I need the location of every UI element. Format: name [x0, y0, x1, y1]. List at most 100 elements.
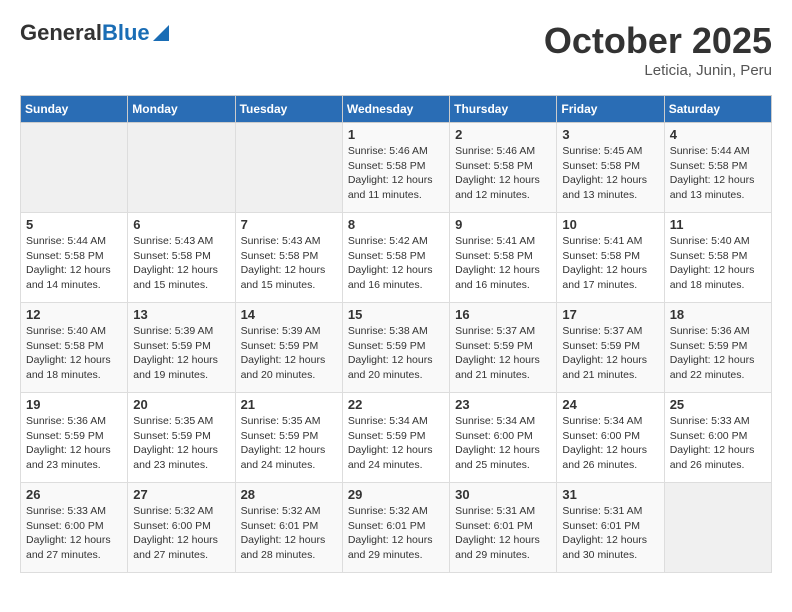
calendar-cell: 24Sunrise: 5:34 AMSunset: 6:00 PMDayligh…: [557, 393, 664, 483]
calendar-cell: 22 Sunrise: 5:34 AMSunset: 5:59 PMDayligh…: [342, 393, 449, 483]
logo-text: GeneralBlue: [20, 20, 169, 46]
day-number: 5: [26, 217, 122, 232]
day-number: 12: [26, 307, 122, 322]
day-number: 2: [455, 127, 551, 142]
page-header: GeneralBlue October 2025 Leticia, Junin,…: [20, 20, 772, 79]
calendar-cell: 5 Sunrise: 5:44 AMSunset: 5:58 PMDaylight…: [21, 213, 128, 303]
day-number: 31: [562, 487, 658, 502]
calendar-cell: 28Sunrise: 5:32 AMSunset: 6:01 PMDayligh…: [235, 483, 342, 573]
calendar-cell: 21 Sunrise: 5:35 AMSunset: 5:59 PMDayligh…: [235, 393, 342, 483]
calendar-header-row: SundayMondayTuesdayWednesdayThursdayFrid…: [21, 96, 772, 123]
day-number: 29: [348, 487, 444, 502]
calendar-cell: 31 Sunrise: 5:31 AMSunset: 6:01 PMDayligh…: [557, 483, 664, 573]
day-info: Sunrise: 5:44 AMSunset: 5:58 PMDaylight:…: [26, 234, 122, 293]
calendar-cell: 6 Sunrise: 5:43 AMSunset: 5:58 PMDaylight…: [128, 213, 235, 303]
day-number: 10: [562, 217, 658, 232]
calendar-cell: 4 Sunrise: 5:44 AMSunset: 5:58 PMDaylight…: [664, 123, 771, 213]
calendar-cell: 23 Sunrise: 5:34 AMSunset: 6:00 PMDayligh…: [450, 393, 557, 483]
day-info: Sunrise: 5:46 AMSunset: 5:58 PMDaylight:…: [455, 144, 551, 203]
calendar-cell: 18 Sunrise: 5:36 AMSunset: 5:59 PMDayligh…: [664, 303, 771, 393]
day-info: Sunrise: 5:43 AMSunset: 5:58 PMDaylight:…: [133, 234, 229, 293]
calendar-cell: 8 Sunrise: 5:42 AMSunset: 5:58 PMDaylight…: [342, 213, 449, 303]
calendar-cell: 7 Sunrise: 5:43 AMSunset: 5:58 PMDaylight…: [235, 213, 342, 303]
calendar-cell: 19Sunrise: 5:36 AMSunset: 5:59 PMDayligh…: [21, 393, 128, 483]
day-number: 22: [348, 397, 444, 412]
calendar-week-row: 26Sunrise: 5:33 AMSunset: 6:00 PMDayligh…: [21, 483, 772, 573]
day-info: Sunrise: 5:40 AMSunset: 5:58 PMDaylight:…: [26, 324, 122, 383]
day-number: 14: [241, 307, 337, 322]
day-number: 15: [348, 307, 444, 322]
day-info: Sunrise: 5:37 AMSunset: 5:59 PMDaylight:…: [455, 324, 551, 383]
calendar-cell: 10Sunrise: 5:41 AMSunset: 5:58 PMDayligh…: [557, 213, 664, 303]
calendar-cell: 9Sunrise: 5:41 AMSunset: 5:58 PMDaylight…: [450, 213, 557, 303]
calendar-day-header: Friday: [557, 96, 664, 123]
day-number: 21: [241, 397, 337, 412]
calendar-day-header: Wednesday: [342, 96, 449, 123]
day-number: 19: [26, 397, 122, 412]
calendar-cell: 25 Sunrise: 5:33 AMSunset: 6:00 PMDayligh…: [664, 393, 771, 483]
day-number: 17: [562, 307, 658, 322]
day-info: Sunrise: 5:43 AMSunset: 5:58 PMDaylight:…: [241, 234, 337, 293]
day-info: Sunrise: 5:33 AMSunset: 6:00 PMDaylight:…: [670, 414, 766, 473]
calendar-body: 1Sunrise: 5:46 AMSunset: 5:58 PMDaylight…: [21, 123, 772, 573]
day-number: 27: [133, 487, 229, 502]
calendar-day-header: Saturday: [664, 96, 771, 123]
calendar-cell: [664, 483, 771, 573]
day-info: Sunrise: 5:45 AMSunset: 5:58 PMDaylight:…: [562, 144, 658, 203]
day-number: 6: [133, 217, 229, 232]
day-number: 28: [241, 487, 337, 502]
day-number: 9: [455, 217, 551, 232]
day-number: 30: [455, 487, 551, 502]
calendar-day-header: Monday: [128, 96, 235, 123]
location: Leticia, Junin, Peru: [544, 62, 772, 79]
day-number: 23: [455, 397, 551, 412]
calendar-cell: 16 Sunrise: 5:37 AMSunset: 5:59 PMDayligh…: [450, 303, 557, 393]
calendar-week-row: 12 Sunrise: 5:40 AMSunset: 5:58 PMDayligh…: [21, 303, 772, 393]
calendar-cell: 26Sunrise: 5:33 AMSunset: 6:00 PMDayligh…: [21, 483, 128, 573]
day-info: Sunrise: 5:31 AMSunset: 6:01 PMDaylight:…: [455, 504, 551, 563]
day-info: Sunrise: 5:35 AMSunset: 5:59 PMDaylight:…: [241, 414, 337, 473]
calendar-day-header: Tuesday: [235, 96, 342, 123]
calendar-cell: 1Sunrise: 5:46 AMSunset: 5:58 PMDaylight…: [342, 123, 449, 213]
calendar-cell: 3 Sunrise: 5:45 AMSunset: 5:58 PMDaylight…: [557, 123, 664, 213]
calendar-day-header: Thursday: [450, 96, 557, 123]
day-number: 18: [670, 307, 766, 322]
calendar-cell: 2 Sunrise: 5:46 AMSunset: 5:58 PMDaylight…: [450, 123, 557, 213]
month-title: October 2025: [544, 20, 772, 62]
day-number: 25: [670, 397, 766, 412]
logo-triangle-icon: [153, 25, 169, 41]
day-info: Sunrise: 5:44 AMSunset: 5:58 PMDaylight:…: [670, 144, 766, 203]
day-info: Sunrise: 5:40 AMSunset: 5:58 PMDaylight:…: [670, 234, 766, 293]
day-info: Sunrise: 5:46 AMSunset: 5:58 PMDaylight:…: [348, 144, 444, 203]
day-info: Sunrise: 5:32 AMSunset: 6:00 PMDaylight:…: [133, 504, 229, 563]
logo-general: General: [20, 20, 102, 46]
day-info: Sunrise: 5:36 AMSunset: 5:59 PMDaylight:…: [670, 324, 766, 383]
day-number: 13: [133, 307, 229, 322]
title-block: October 2025 Leticia, Junin, Peru: [544, 20, 772, 79]
day-number: 8: [348, 217, 444, 232]
calendar-cell: 20Sunrise: 5:35 AMSunset: 5:59 PMDayligh…: [128, 393, 235, 483]
day-info: Sunrise: 5:35 AMSunset: 5:59 PMDaylight:…: [133, 414, 229, 473]
day-number: 16: [455, 307, 551, 322]
calendar-cell: 15Sunrise: 5:38 AMSunset: 5:59 PMDayligh…: [342, 303, 449, 393]
day-info: Sunrise: 5:39 AMSunset: 5:59 PMDaylight:…: [241, 324, 337, 383]
calendar-cell: 14 Sunrise: 5:39 AMSunset: 5:59 PMDayligh…: [235, 303, 342, 393]
day-info: Sunrise: 5:37 AMSunset: 5:59 PMDaylight:…: [562, 324, 658, 383]
day-number: 26: [26, 487, 122, 502]
calendar-week-row: 19Sunrise: 5:36 AMSunset: 5:59 PMDayligh…: [21, 393, 772, 483]
logo-blue: Blue: [102, 20, 150, 46]
day-number: 3: [562, 127, 658, 142]
day-info: Sunrise: 5:34 AMSunset: 6:00 PMDaylight:…: [455, 414, 551, 473]
calendar-cell: 11 Sunrise: 5:40 AMSunset: 5:58 PMDayligh…: [664, 213, 771, 303]
day-number: 24: [562, 397, 658, 412]
day-info: Sunrise: 5:31 AMSunset: 6:01 PMDaylight:…: [562, 504, 658, 563]
day-number: 4: [670, 127, 766, 142]
day-number: 7: [241, 217, 337, 232]
day-number: 11: [670, 217, 766, 232]
day-info: Sunrise: 5:42 AMSunset: 5:58 PMDaylight:…: [348, 234, 444, 293]
calendar-cell: [235, 123, 342, 213]
day-info: Sunrise: 5:39 AMSunset: 5:59 PMDaylight:…: [133, 324, 229, 383]
day-info: Sunrise: 5:34 AMSunset: 5:59 PMDaylight:…: [348, 414, 444, 473]
calendar-cell: [128, 123, 235, 213]
calendar-cell: 12 Sunrise: 5:40 AMSunset: 5:58 PMDayligh…: [21, 303, 128, 393]
